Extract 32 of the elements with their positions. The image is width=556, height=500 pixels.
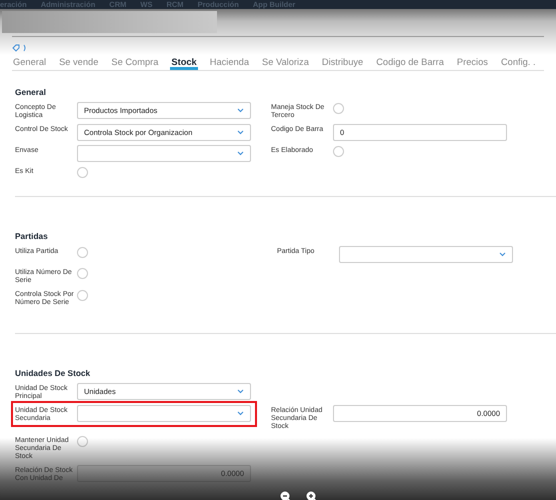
zoom-out-icon[interactable] — [280, 491, 292, 500]
tab[interactable]: Stock — [170, 55, 198, 70]
chevron-down-icon — [499, 252, 506, 257]
tab[interactable]: General — [12, 55, 48, 70]
chevron-down-icon — [237, 389, 244, 394]
section-title: Partidas — [15, 231, 49, 241]
tag-icon[interactable] — [12, 44, 28, 52]
tab[interactable]: Se Valoriza — [261, 55, 310, 70]
radio-button[interactable] — [333, 146, 344, 157]
chevron-down-icon — [237, 411, 244, 416]
radio-button[interactable] — [77, 290, 88, 301]
tab[interactable]: Codigo de Barra — [375, 55, 445, 70]
radio-button[interactable] — [77, 167, 88, 178]
radio-button[interactable] — [77, 436, 88, 447]
dropdown[interactable] — [77, 405, 251, 422]
tab[interactable]: Config. . — [500, 55, 537, 70]
tab[interactable]: Precios — [456, 55, 489, 70]
radio-button[interactable] — [77, 268, 88, 279]
radio-button[interactable] — [333, 103, 344, 114]
tab[interactable]: Se Compra — [110, 55, 160, 70]
radio-button[interactable] — [77, 247, 88, 258]
dropdown[interactable] — [339, 246, 513, 263]
chevron-down-icon — [237, 151, 244, 156]
tab[interactable]: Distribuye — [320, 55, 364, 70]
chevron-down-icon — [237, 108, 244, 113]
chevron-down-icon — [237, 130, 244, 135]
zoom-in-icon[interactable] — [306, 491, 318, 500]
section-title: Unidades De Stock — [15, 368, 92, 378]
section-title: General — [15, 87, 47, 97]
tab[interactable]: Se vende — [58, 55, 100, 70]
dropdown[interactable] — [77, 145, 251, 162]
tab[interactable]: Hacienda — [208, 55, 250, 70]
